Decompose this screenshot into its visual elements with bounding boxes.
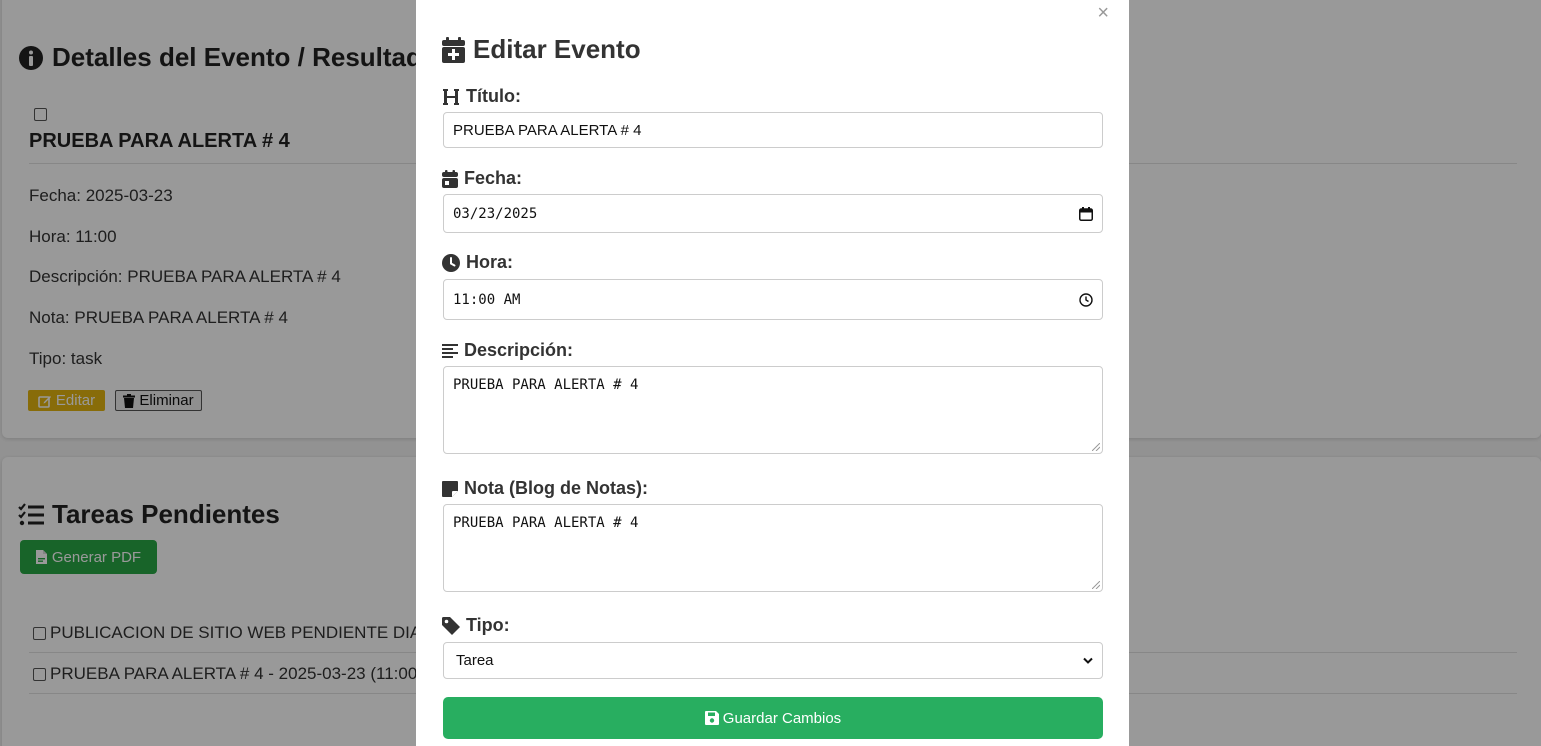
tag-icon: [442, 616, 460, 635]
clock-icon: [442, 253, 460, 272]
type-select[interactable]: Tarea: [443, 642, 1103, 679]
save-icon: [704, 711, 719, 725]
time-label: Hora:: [442, 252, 513, 273]
time-label-text: Hora:: [466, 252, 514, 272]
title-input[interactable]: PRUEBA PARA ALERTA # 4: [443, 112, 1103, 148]
description-label-text: Descripción:: [464, 340, 574, 360]
type-select-value: Tarea: [456, 652, 494, 669]
modal-title-text: Editar Evento: [473, 34, 641, 64]
heading-icon: [442, 88, 460, 106]
save-changes-label: Guardar Cambios: [722, 709, 842, 727]
calendar-picker-icon[interactable]: [1079, 206, 1093, 221]
description-textarea-value: PRUEBA PARA ALERTA # 4: [453, 377, 639, 393]
modal-title: Editar Evento: [442, 34, 641, 65]
time-input[interactable]: 11:00 AM: [443, 279, 1103, 320]
type-label-text: Tipo:: [466, 615, 510, 635]
title-label: Título:: [442, 86, 521, 107]
resize-handle[interactable]: [1092, 443, 1100, 451]
type-label: Tipo:: [442, 615, 510, 636]
note-label: Nota (Blog de Notas):: [442, 478, 648, 499]
align-left-icon: [442, 343, 458, 359]
date-label-text: Fecha:: [464, 168, 523, 188]
description-label: Descripción:: [442, 340, 573, 361]
resize-handle[interactable]: [1092, 581, 1100, 589]
calendar-icon: [442, 169, 458, 188]
date-label: Fecha:: [442, 168, 522, 189]
clock-picker-icon[interactable]: [1079, 292, 1093, 307]
time-input-value: 11:00 AM: [453, 291, 521, 308]
date-input-value: 03/23/2025: [453, 205, 538, 222]
title-label-text: Título:: [466, 86, 521, 106]
note-label-text: Nota (Blog de Notas):: [464, 478, 648, 498]
note-textarea[interactable]: PRUEBA PARA ALERTA # 4: [443, 504, 1103, 592]
calendar-plus-icon: [442, 36, 465, 63]
edit-event-modal: × Editar Evento Título: PRUEBA PARA ALER…: [416, 0, 1129, 746]
close-button[interactable]: ×: [1097, 2, 1109, 25]
date-input[interactable]: 03/23/2025: [443, 194, 1103, 233]
chevron-down-icon: [1083, 657, 1093, 665]
note-textarea-value: PRUEBA PARA ALERTA # 4: [453, 515, 639, 531]
sticky-note-icon: [442, 480, 458, 497]
description-textarea[interactable]: PRUEBA PARA ALERTA # 4: [443, 366, 1103, 454]
save-changes-button[interactable]: Guardar Cambios: [443, 697, 1103, 739]
title-input-value: PRUEBA PARA ALERTA # 4: [453, 121, 642, 139]
